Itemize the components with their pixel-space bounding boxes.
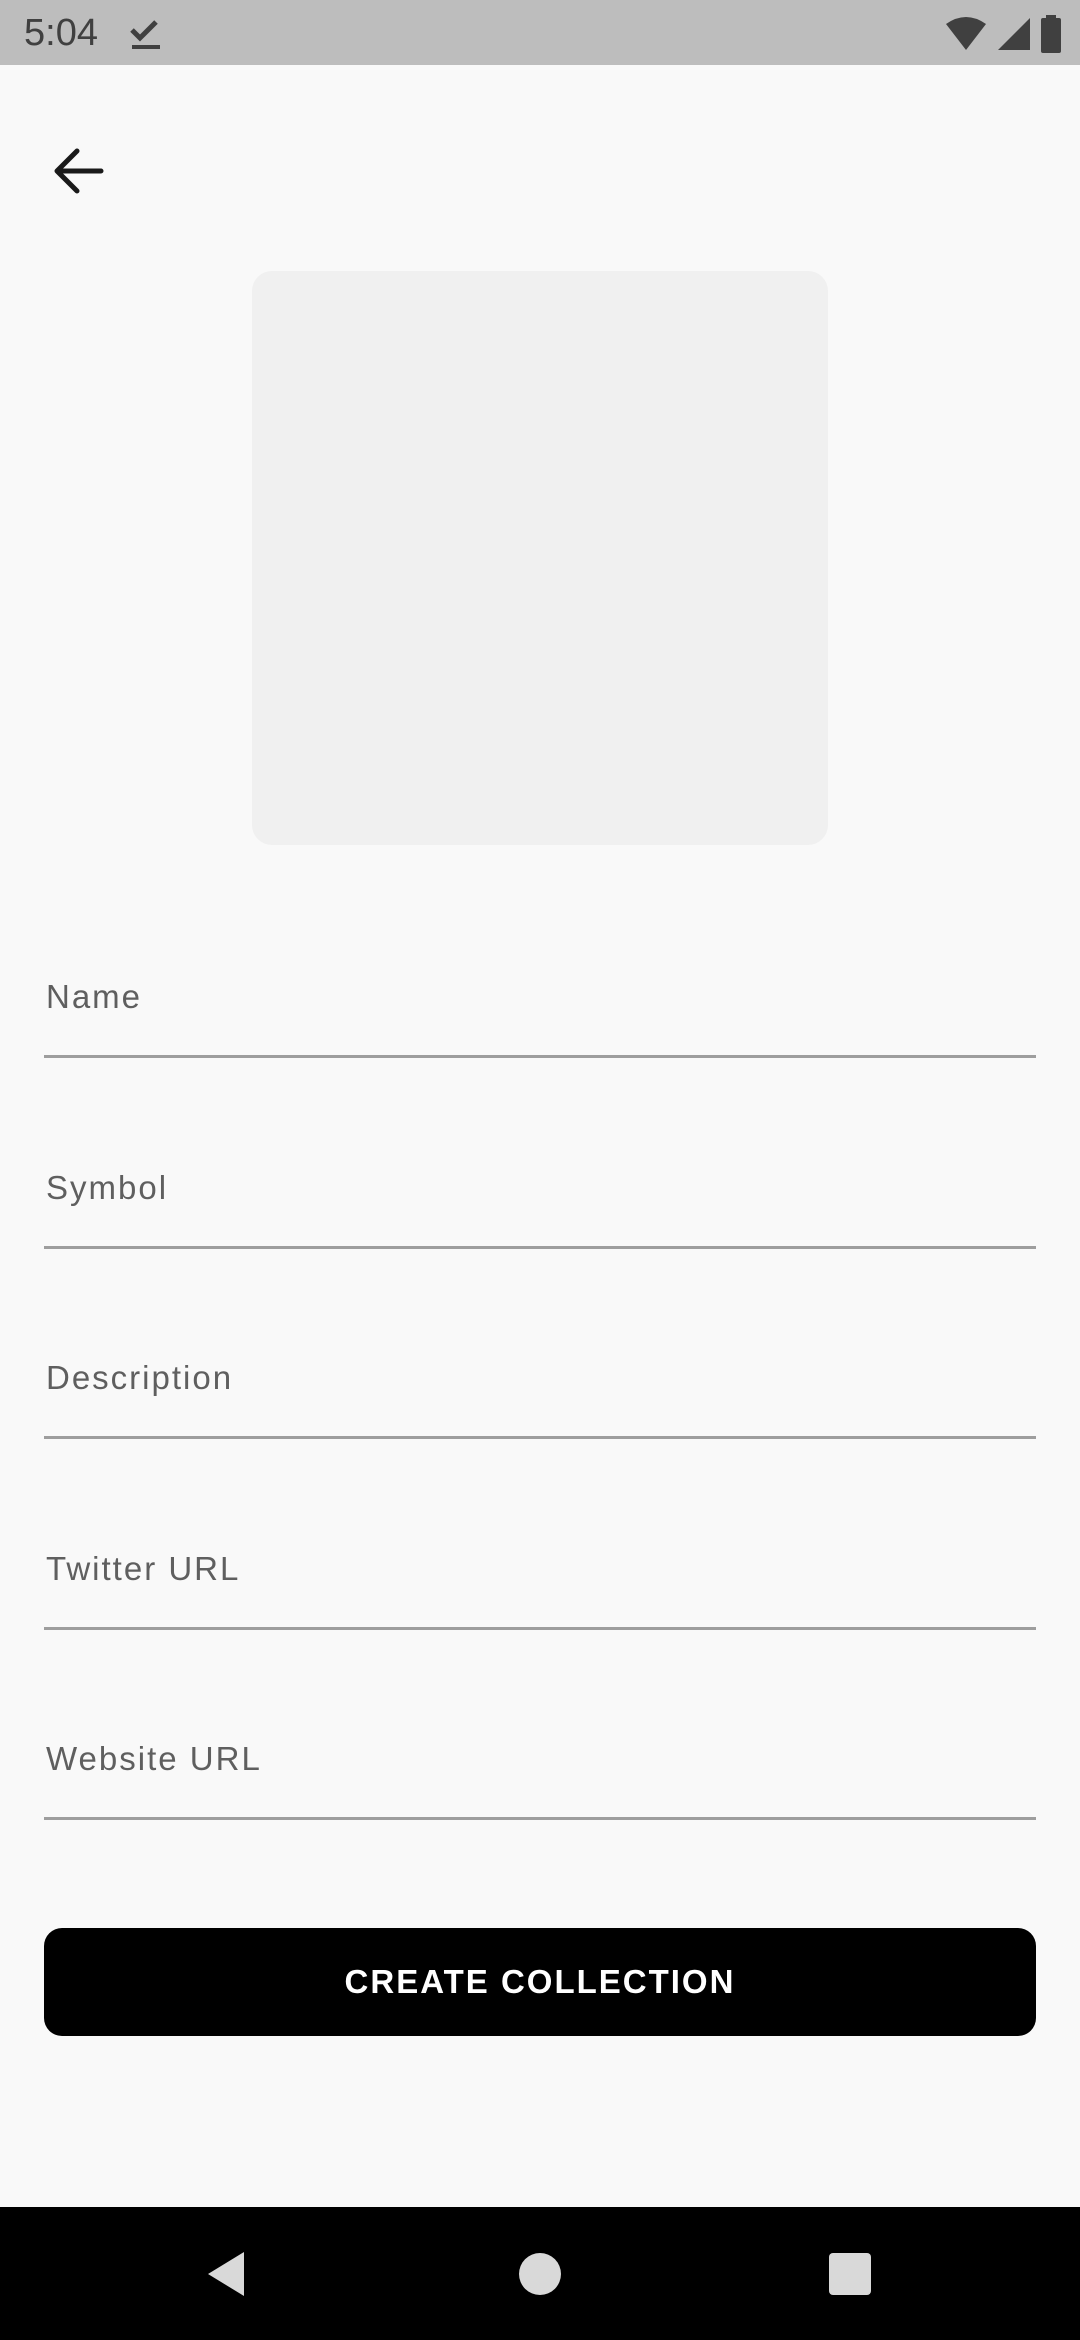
arrow-back-icon — [54, 148, 104, 194]
twitter-url-field — [44, 1530, 1036, 1630]
create-collection-screen: 5:04 Name Symbol Description Twitter URL… — [0, 0, 1080, 2340]
create-collection-label: CREATE COLLECTION — [344, 1963, 736, 2000]
battery-icon — [1041, 15, 1061, 53]
recents-square-icon — [829, 2252, 871, 2295]
nav-recents-button[interactable] — [770, 2207, 930, 2340]
website-url-input[interactable] — [44, 1720, 1036, 1817]
name-field — [44, 958, 1036, 1058]
nav-home-button[interactable] — [460, 2207, 620, 2340]
wifi-icon — [946, 17, 986, 50]
status-bar: 5:04 — [0, 0, 1080, 65]
symbol-field — [44, 1149, 1036, 1249]
symbol-input[interactable] — [44, 1149, 1036, 1246]
system-nav-bar — [0, 2207, 1080, 2340]
status-time: 5:04 — [24, 12, 98, 54]
signal-icon — [998, 18, 1030, 50]
description-input[interactable] — [44, 1339, 1036, 1436]
home-circle-icon — [519, 2252, 561, 2295]
back-button[interactable] — [44, 136, 114, 206]
collection-image-picker[interactable] — [252, 271, 828, 845]
create-collection-button[interactable]: CREATE COLLECTION — [44, 1928, 1036, 2036]
name-input[interactable] — [44, 958, 1036, 1055]
status-icons — [944, 14, 1062, 54]
nav-back-button[interactable] — [146, 2207, 306, 2340]
back-triangle-icon — [208, 2251, 244, 2296]
download-done-icon — [130, 20, 160, 49]
website-url-field — [44, 1720, 1036, 1820]
description-field — [44, 1339, 1036, 1439]
twitter-url-input[interactable] — [44, 1530, 1036, 1627]
